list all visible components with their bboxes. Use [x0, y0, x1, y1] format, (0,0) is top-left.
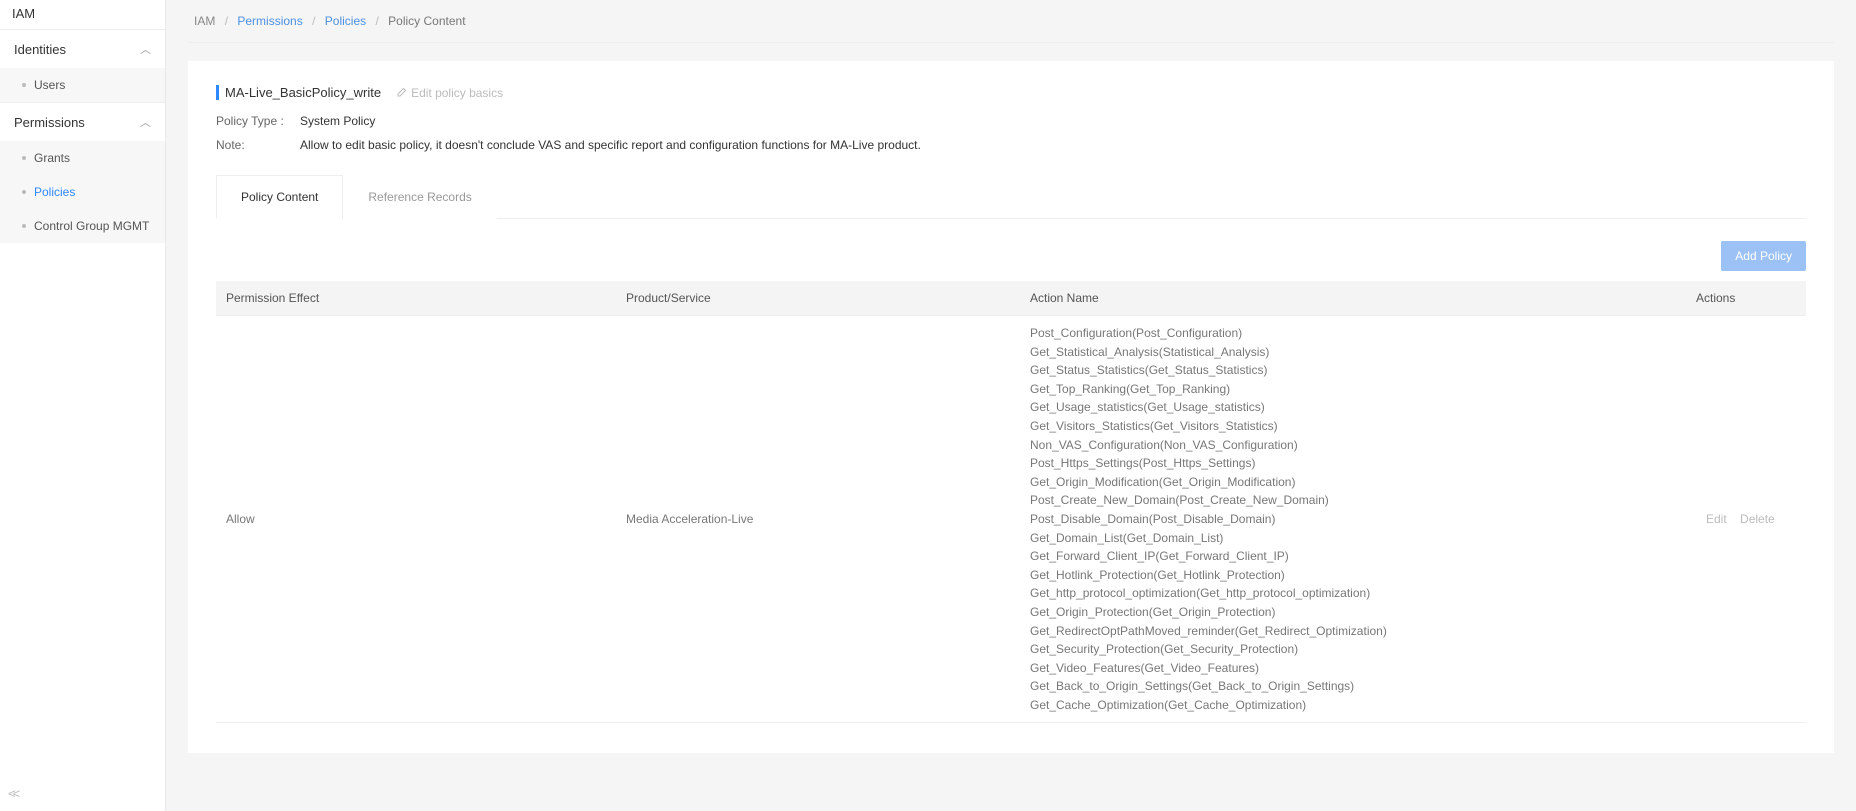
sidebar-group-label: Permissions	[14, 115, 85, 130]
table-header-row: Permission Effect Product/Service Action…	[216, 281, 1806, 316]
sidebar: IAM Identities ︿ Users Permissions ︿ Gra…	[0, 0, 166, 811]
sidebar-item-users[interactable]: Users	[0, 68, 165, 102]
cell-effect: Allow	[216, 316, 616, 723]
action-name-item: Get_Cache_Optimization(Get_Cache_Optimiz…	[1030, 696, 1676, 715]
cell-actions: Post_Configuration(Post_Configuration)Ge…	[1020, 316, 1686, 723]
edit-icon	[395, 87, 407, 99]
col-header-effect: Permission Effect	[216, 281, 616, 316]
breadcrumb-sep-icon: /	[375, 14, 378, 28]
action-name-item: Get_Status_Statistics(Get_Status_Statist…	[1030, 361, 1676, 380]
bullet-icon	[22, 156, 26, 160]
action-name-item: Get_Security_Protection(Get_Security_Pro…	[1030, 640, 1676, 659]
action-name-item: Post_Configuration(Post_Configuration)	[1030, 324, 1676, 343]
breadcrumb-policies[interactable]: Policies	[325, 14, 366, 28]
sidebar-item-policies[interactable]: Policies	[0, 175, 165, 209]
action-name-list: Post_Configuration(Post_Configuration)Ge…	[1030, 324, 1676, 714]
sidebar-item-control-group[interactable]: Control Group MGMT	[0, 209, 165, 243]
action-name-item: Get_RedirectOptPathMoved_reminder(Get_Re…	[1030, 622, 1676, 641]
breadcrumb-current: Policy Content	[388, 14, 465, 28]
action-name-item: Non_VAS_Configuration(Non_VAS_Configurat…	[1030, 436, 1676, 455]
sidebar-group-label: Identities	[14, 42, 66, 57]
policy-type-row: Policy Type : System Policy	[216, 114, 1806, 128]
breadcrumb-permissions[interactable]: Permissions	[237, 14, 302, 28]
action-name-item: Get_Origin_Protection(Get_Origin_Protect…	[1030, 603, 1676, 622]
policy-card: MA-Live_BasicPolicy_write Edit policy ba…	[188, 61, 1834, 753]
cell-ops: Edit Delete	[1686, 316, 1806, 723]
action-name-item: Get_Hotlink_Protection(Get_Hotlink_Prote…	[1030, 566, 1676, 585]
chevron-up-icon: ︿	[140, 41, 151, 57]
edit-row-button[interactable]: Edit	[1706, 512, 1727, 526]
col-header-action: Action Name	[1020, 281, 1686, 316]
sidebar-item-label: Policies	[34, 185, 75, 199]
sidebar-title: IAM	[0, 0, 165, 29]
breadcrumb-sep-icon: /	[225, 14, 228, 28]
chevron-up-icon: ︿	[140, 114, 151, 130]
action-name-item: Post_Disable_Domain(Post_Disable_Domain)	[1030, 510, 1676, 529]
policy-note-row: Note: Allow to edit basic policy, it doe…	[216, 138, 1806, 152]
table-row: Allow Media Acceleration-Live Post_Confi…	[216, 316, 1806, 723]
sidebar-item-label: Users	[34, 78, 65, 92]
policy-table: Permission Effect Product/Service Action…	[216, 281, 1806, 723]
breadcrumb: IAM / Permissions / Policies / Policy Co…	[188, 0, 1834, 43]
bullet-icon	[22, 224, 26, 228]
cell-product: Media Acceleration-Live	[616, 316, 1020, 723]
main-content: IAM / Permissions / Policies / Policy Co…	[166, 0, 1856, 811]
sidebar-group-permissions[interactable]: Permissions ︿	[0, 102, 165, 141]
policy-type-label: Policy Type :	[216, 114, 300, 128]
collapse-sidebar-icon[interactable]: <<	[8, 786, 17, 801]
add-policy-row: Add Policy	[216, 241, 1806, 271]
delete-row-button[interactable]: Delete	[1740, 512, 1775, 526]
edit-policy-basics-button[interactable]: Edit policy basics	[395, 86, 503, 100]
accent-bar-icon	[216, 85, 219, 100]
bullet-icon	[22, 83, 26, 87]
policy-type-value: System Policy	[300, 114, 375, 128]
sidebar-item-grants[interactable]: Grants	[0, 141, 165, 175]
col-header-product: Product/Service	[616, 281, 1020, 316]
action-name-item: Get_Statistical_Analysis(Statistical_Ana…	[1030, 343, 1676, 362]
policy-note-label: Note:	[216, 138, 300, 152]
action-name-item: Get_Video_Features(Get_Video_Features)	[1030, 659, 1676, 678]
policy-header: MA-Live_BasicPolicy_write Edit policy ba…	[216, 85, 1806, 100]
action-name-item: Get_Forward_Client_IP(Get_Forward_Client…	[1030, 547, 1676, 566]
action-name-item: Get_Origin_Modification(Get_Origin_Modif…	[1030, 473, 1676, 492]
policy-name: MA-Live_BasicPolicy_write	[225, 85, 381, 100]
sidebar-group-identities[interactable]: Identities ︿	[0, 29, 165, 68]
sidebar-item-label: Control Group MGMT	[34, 219, 149, 233]
tab-reference-records[interactable]: Reference Records	[343, 175, 496, 219]
sidebar-item-label: Grants	[34, 151, 70, 165]
action-name-item: Get_Visitors_Statistics(Get_Visitors_Sta…	[1030, 417, 1676, 436]
bullet-icon	[22, 190, 26, 194]
col-header-ops: Actions	[1686, 281, 1806, 316]
breadcrumb-root: IAM	[194, 14, 215, 28]
action-name-item: Get_http_protocol_optimization(Get_http_…	[1030, 584, 1676, 603]
action-name-item: Post_Https_Settings(Post_Https_Settings)	[1030, 454, 1676, 473]
action-name-item: Get_Top_Ranking(Get_Top_Ranking)	[1030, 380, 1676, 399]
action-name-item: Get_Domain_List(Get_Domain_List)	[1030, 529, 1676, 548]
action-name-item: Post_Create_New_Domain(Post_Create_New_D…	[1030, 491, 1676, 510]
breadcrumb-sep-icon: /	[312, 14, 315, 28]
action-name-item: Get_Usage_statistics(Get_Usage_statistic…	[1030, 398, 1676, 417]
tab-policy-content[interactable]: Policy Content	[216, 175, 343, 219]
policy-tabs: Policy Content Reference Records	[216, 174, 1806, 219]
edit-policy-basics-label: Edit policy basics	[411, 86, 503, 100]
action-name-item: Get_Back_to_Origin_Settings(Get_Back_to_…	[1030, 677, 1676, 696]
add-policy-button[interactable]: Add Policy	[1721, 241, 1806, 271]
policy-note-value: Allow to edit basic policy, it doesn't c…	[300, 138, 921, 152]
